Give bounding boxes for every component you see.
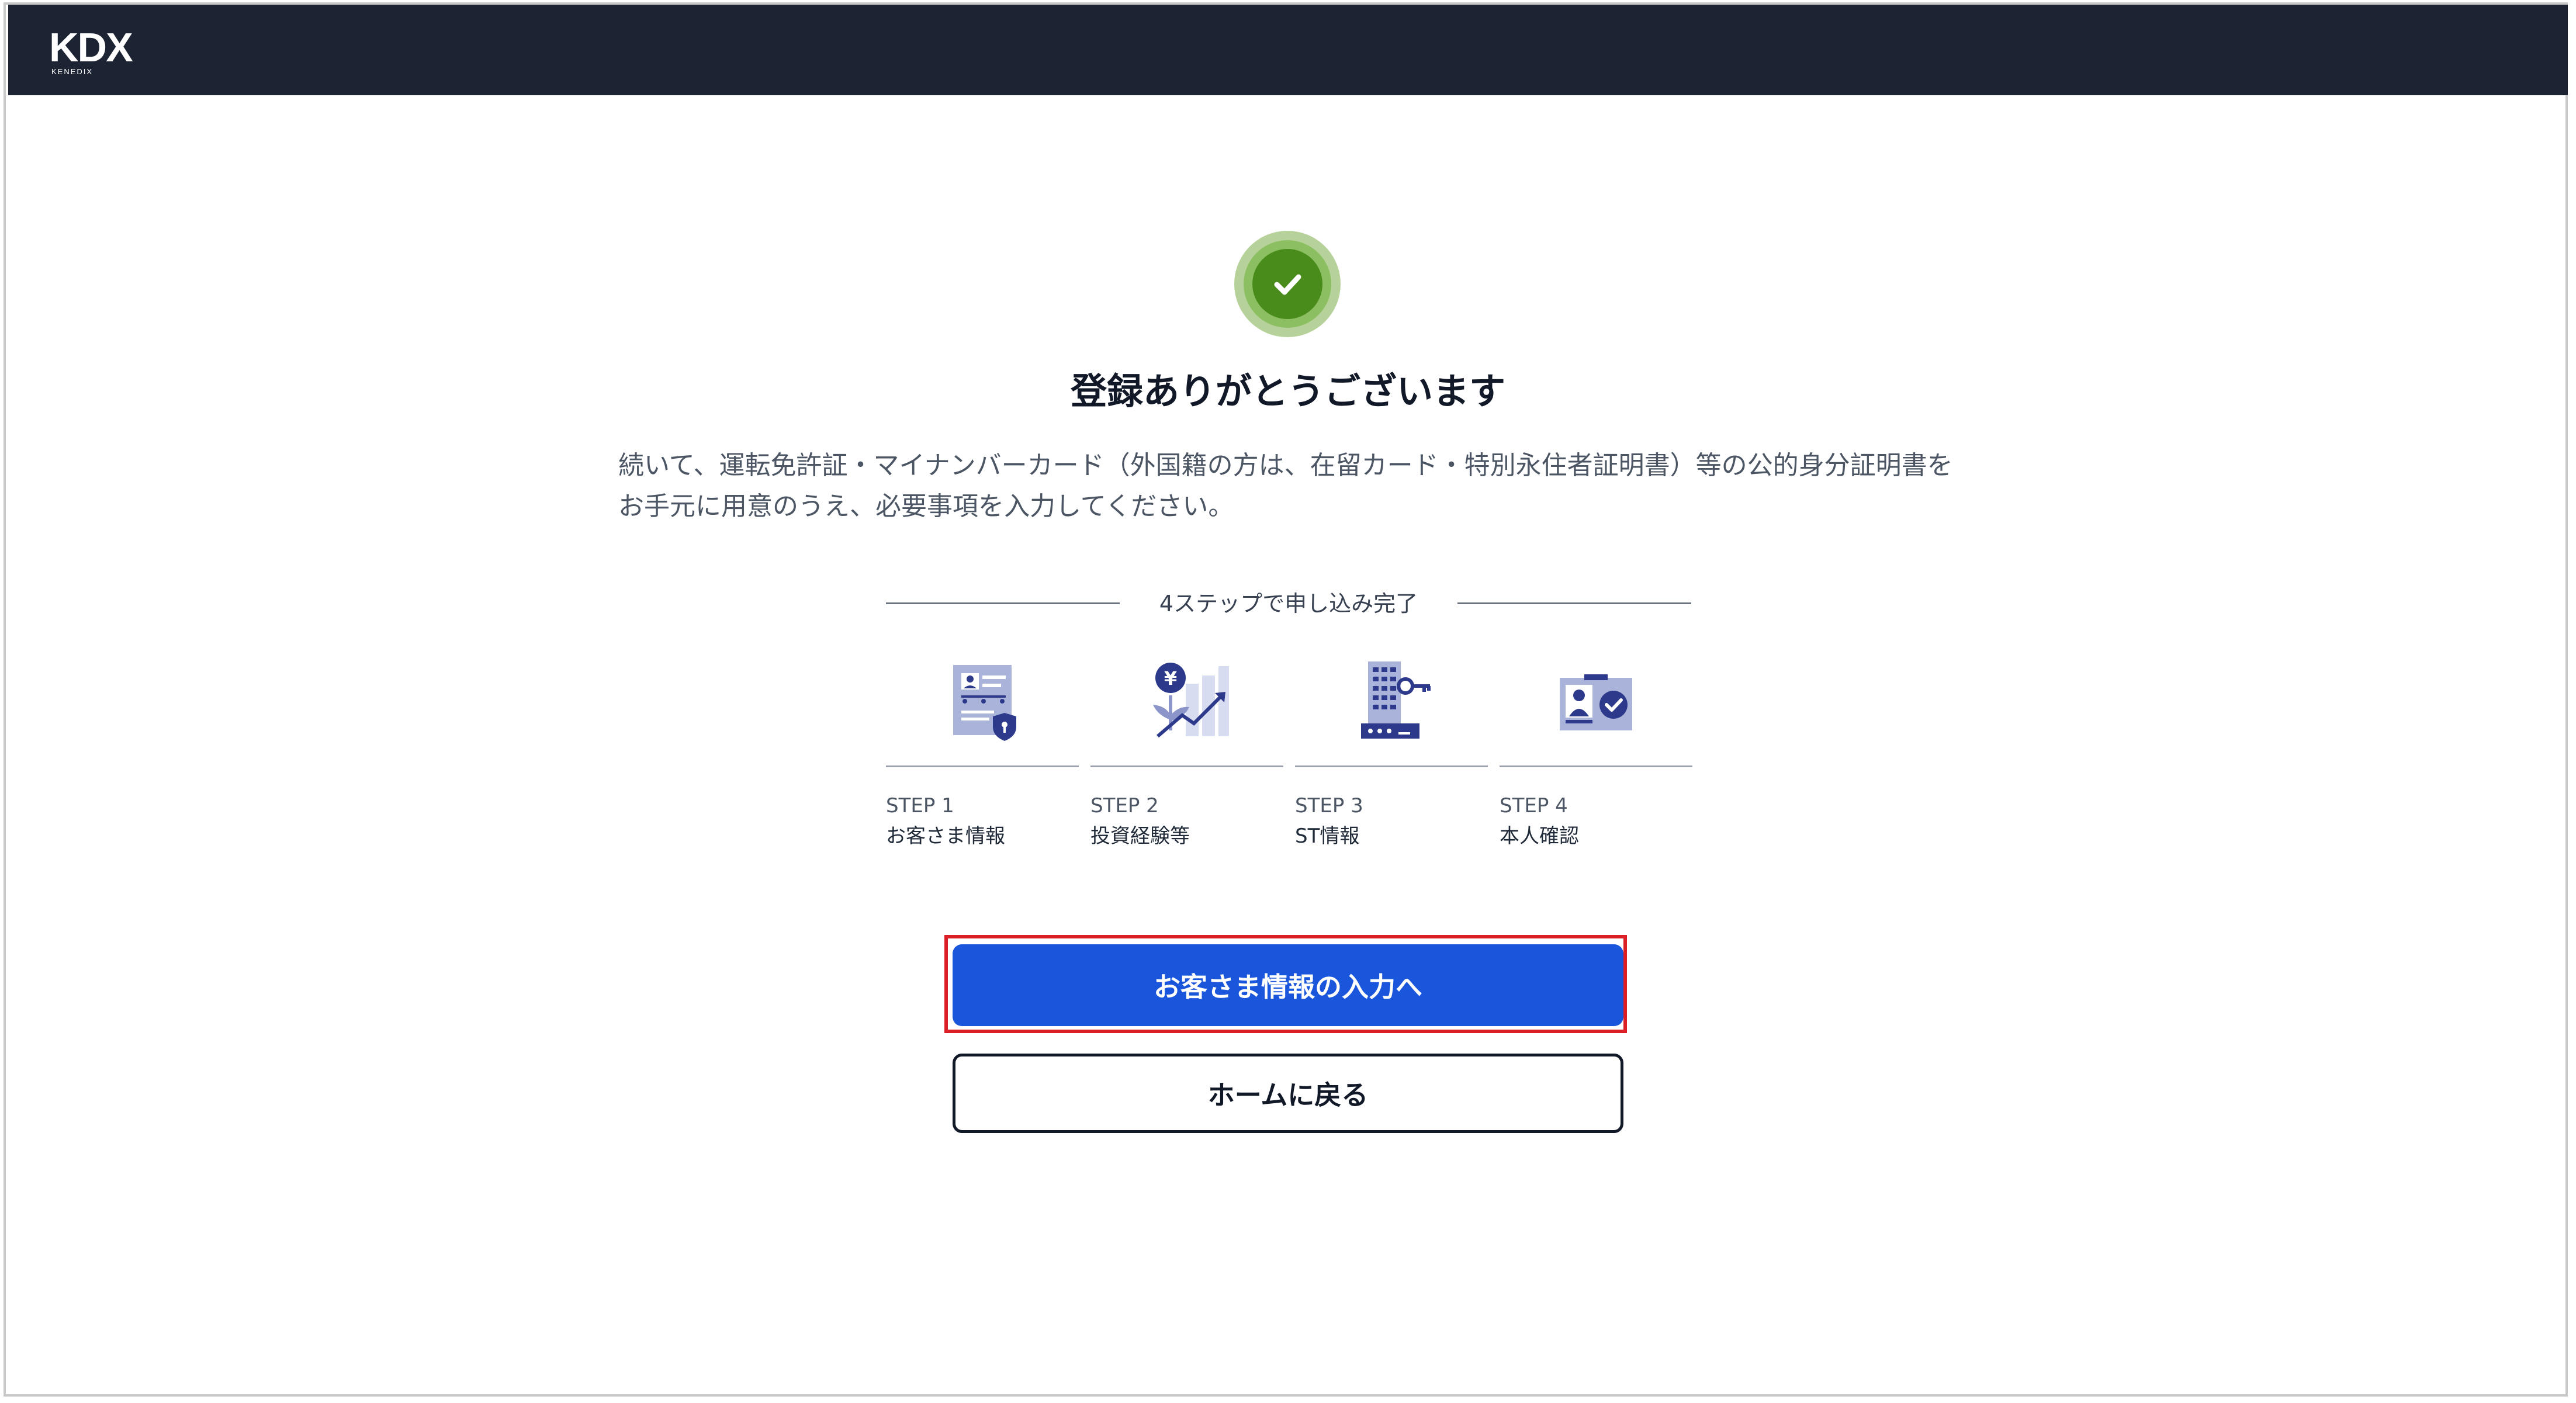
success-check-icon [1234, 231, 1341, 337]
page-title: 登録ありがとうございます [1070, 370, 1505, 413]
building-key-icon [1295, 649, 1488, 754]
id-card-verified-icon [1500, 649, 1692, 754]
return-home-button[interactable]: ホームに戻る [953, 1054, 1623, 1133]
top-header: KDX KENEDIX [8, 5, 2568, 95]
steps-heading: 4ステップで申し込み完了 [886, 584, 1691, 625]
step-4: STEP 4 本人確認 [1500, 649, 1692, 851]
step-1: STEP 1 お客さま情報 [886, 649, 1079, 851]
step-3: STEP 3 ST情報 [1295, 649, 1488, 851]
proceed-customer-info-button[interactable]: お客さま情報の入力へ [953, 944, 1623, 1026]
instruction-text: 続いて、運転免許証・マイナンバーカード（外国籍の方は、在留カード・特別永住者証明… [618, 451, 1953, 521]
yen-growth-chart-icon: ¥ [1090, 649, 1283, 754]
svg-text:¥: ¥ [1164, 667, 1177, 690]
kdx-logo[interactable]: KDX KENEDIX [49, 27, 133, 76]
page-frame [4, 2, 2568, 1397]
profile-document-shield-icon [886, 649, 1079, 754]
step-2: ¥ STEP 2 投資経験等 [1090, 649, 1283, 851]
